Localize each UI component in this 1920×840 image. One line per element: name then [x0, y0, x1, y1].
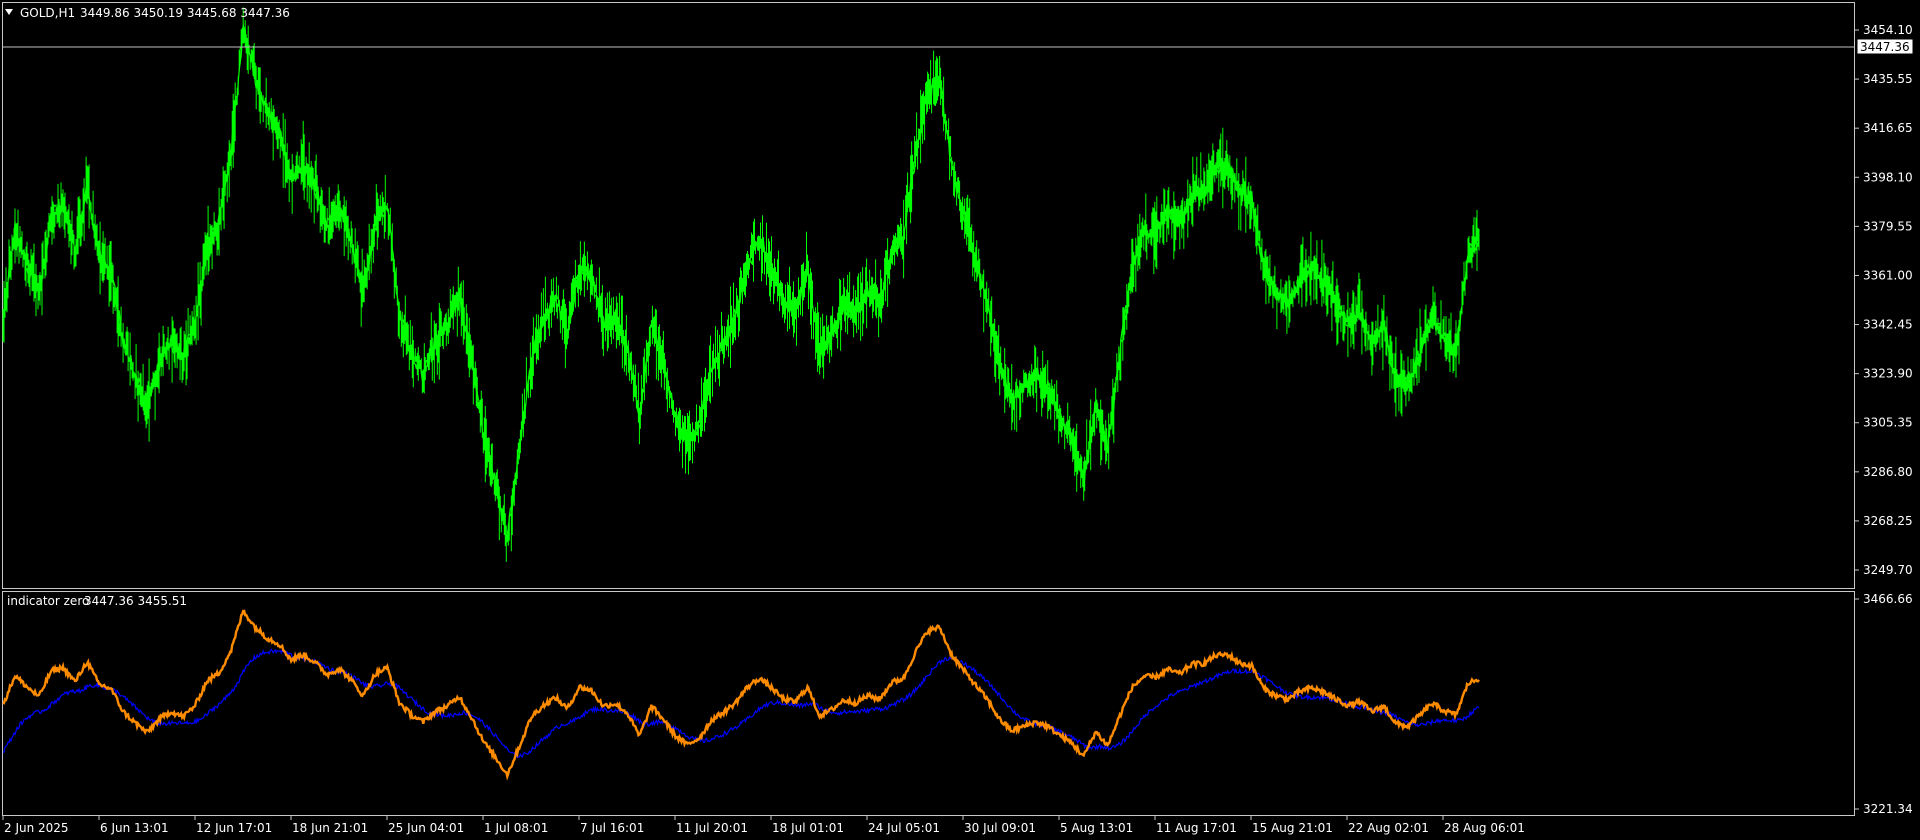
- price-axis-label: 3323.90: [1863, 367, 1913, 381]
- price-bars: [2, 7, 1480, 562]
- time-axis-label: 11 Jul 20:01: [676, 821, 748, 835]
- price-axis-label: 3361.00: [1863, 268, 1913, 282]
- indicator-axis-label: 3466.66: [1863, 592, 1913, 606]
- time-axis-label: 1 Jul 08:01: [484, 821, 548, 835]
- price-axis-label: 3268.25: [1863, 514, 1913, 528]
- price-axis-label: 3249.70: [1863, 563, 1913, 577]
- time-axis-label: 28 Aug 06:01: [1444, 821, 1525, 835]
- price-axis-label: 3398.10: [1863, 170, 1913, 184]
- time-axis-label: 22 Aug 02:01: [1348, 821, 1429, 835]
- price-axis-label: 3454.10: [1863, 23, 1913, 37]
- time-axis-label: 30 Jul 09:01: [964, 821, 1036, 835]
- time-axis-label: 24 Jul 05:01: [868, 821, 940, 835]
- time-axis-label: 2 Jun 2025: [4, 821, 69, 835]
- time-axis-label: 7 Jul 16:01: [580, 821, 644, 835]
- indicator-axis: 3466.66 3221.34: [1855, 592, 1913, 816]
- indicator-name: indicator zero: [7, 594, 89, 608]
- price-axis-label: 3416.65: [1863, 121, 1913, 135]
- price-axis-label: 3379.55: [1863, 219, 1913, 233]
- indicator-axis-label: 3221.34: [1863, 802, 1913, 816]
- time-axis-label: 5 Aug 13:01: [1060, 821, 1133, 835]
- indicator-main-line: [2, 609, 1480, 781]
- time-axis-label: 11 Aug 17:01: [1156, 821, 1237, 835]
- chart-canvas: GOLD,H1 3449.86 3450.19 3445.68 3447.36 …: [2, 2, 1914, 835]
- price-axis-label: 3342.45: [1863, 318, 1913, 332]
- indicator-panel-frame: [2, 591, 1855, 816]
- time-axis-label: 6 Jun 13:01: [100, 821, 169, 835]
- time-axis-label: 15 Aug 21:01: [1252, 821, 1333, 835]
- time-axis-label: 18 Jul 01:01: [772, 821, 844, 835]
- price-axis-label: 3286.80: [1863, 465, 1913, 479]
- chart-symbol: GOLD,H1: [20, 6, 75, 20]
- time-axis: 2 Jun 2025 6 Jun 13:01 12 Jun 17:01 18 Jun …: [2, 816, 1525, 835]
- time-axis-label: 25 Jun 04:01: [388, 821, 464, 835]
- indicator-values: 3447.36 3455.51: [84, 594, 187, 608]
- price-axis-label: 3305.35: [1863, 416, 1913, 430]
- collapse-triangle-icon[interactable]: [5, 9, 13, 15]
- current-price-label: 3447.36: [1860, 40, 1910, 54]
- price-axis: 3454.10 3435.55 3416.65 3398.10 3379.55 3361.…: [1855, 23, 1913, 577]
- price-axis-label: 3435.55: [1863, 72, 1913, 86]
- time-axis-label: 12 Jun 17:01: [196, 821, 272, 835]
- time-axis-label: 18 Jun 21:01: [292, 821, 368, 835]
- chart-ohlc: 3449.86 3450.19 3445.68 3447.36: [80, 6, 290, 20]
- indicator-lines: [2, 609, 1480, 781]
